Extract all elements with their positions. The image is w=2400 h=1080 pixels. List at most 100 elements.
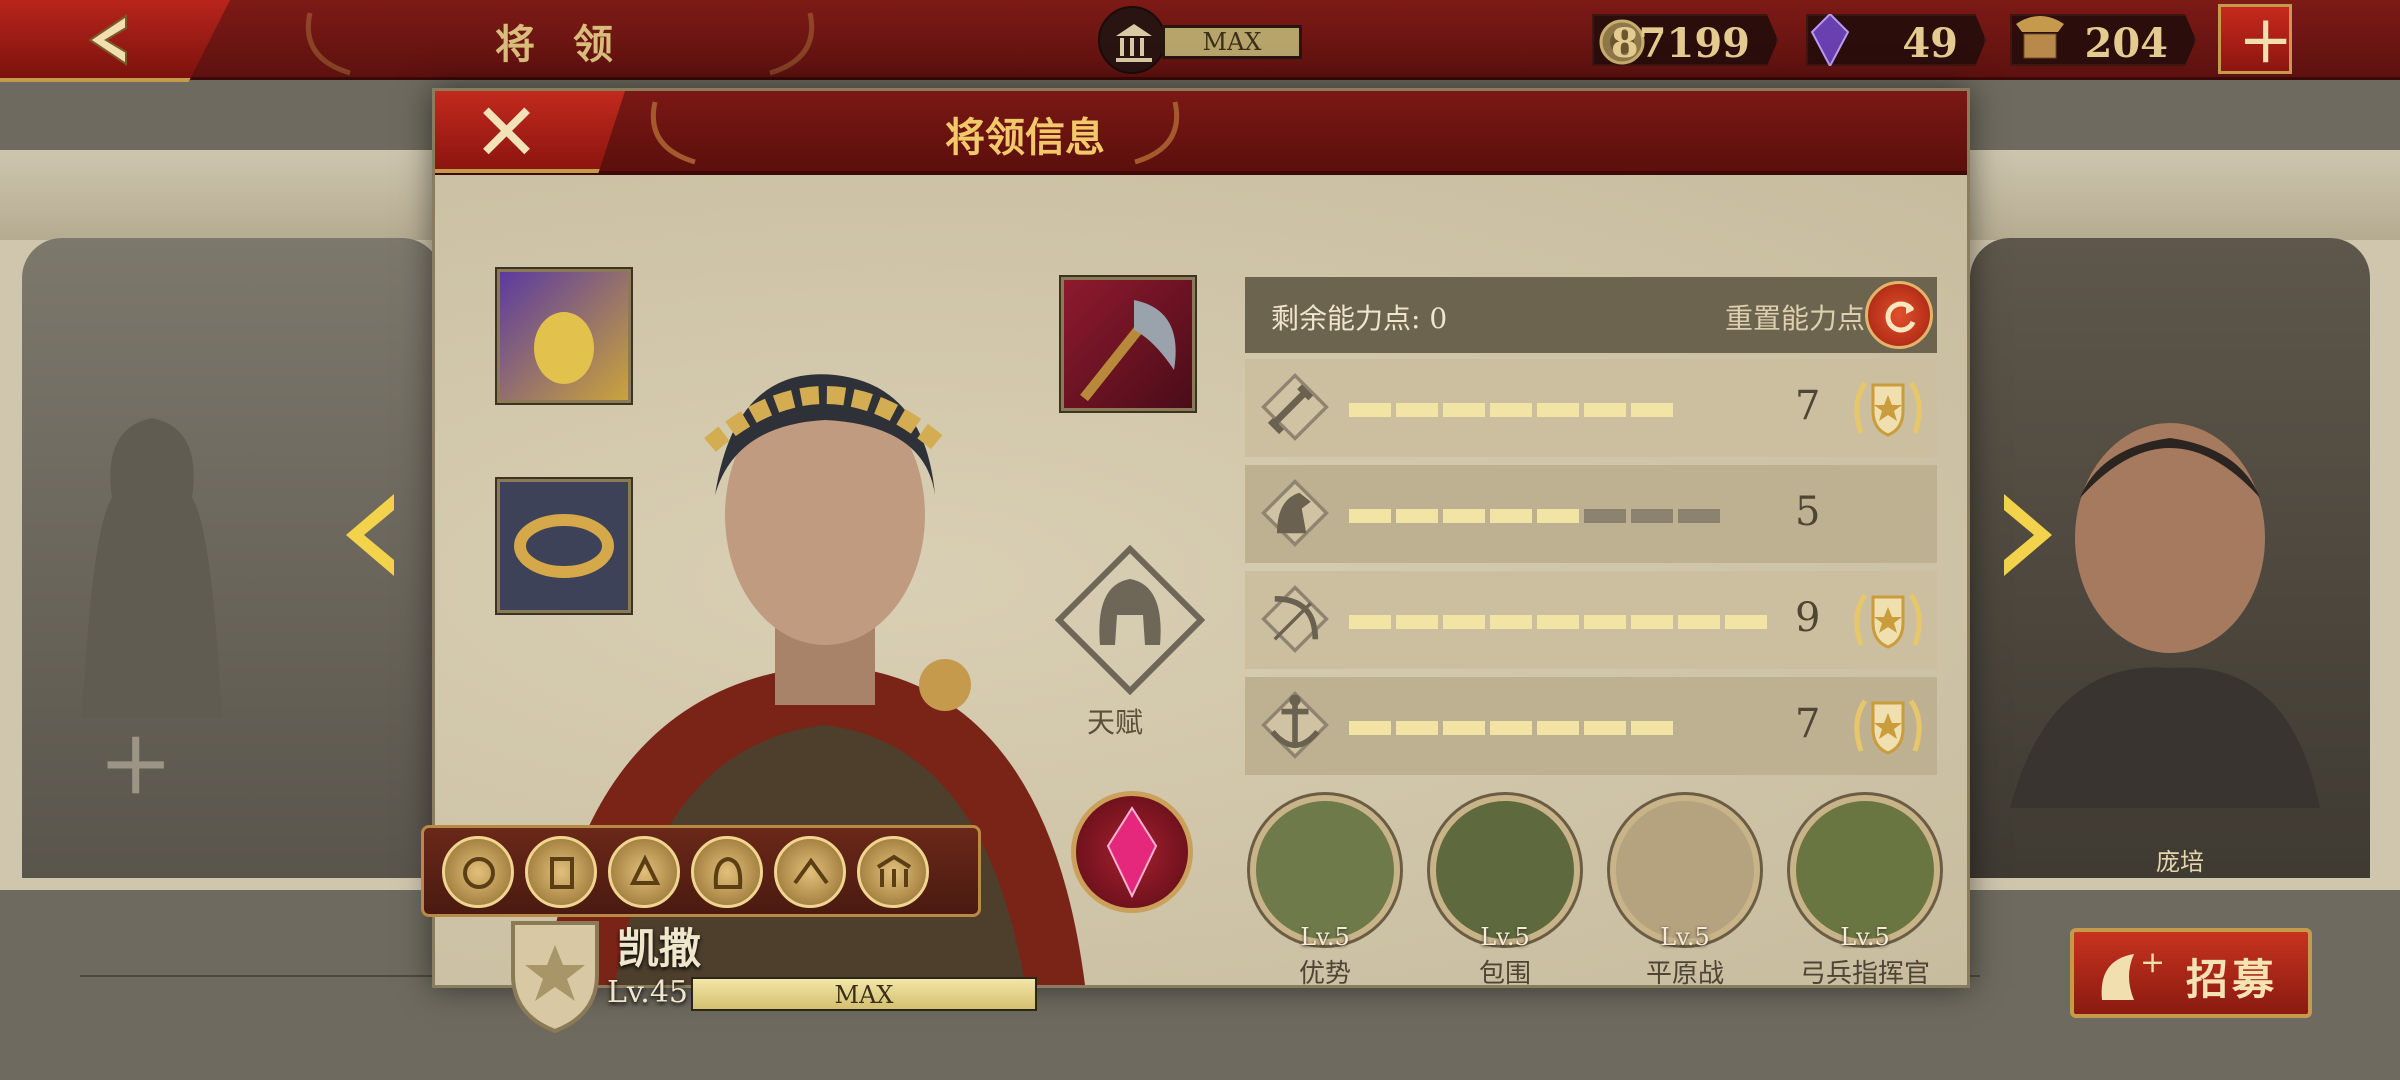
skill-slot[interactable] [525,836,597,908]
add-resource-button[interactable]: + [2218,1,2294,78]
helmet-plus-icon: + [2101,946,2165,1000]
tactic-level: Lv.5 [1300,923,1350,951]
anchor-icon [1261,691,1329,759]
top-bar: 将 领 MAX 87199 49 204 + [0,0,2400,82]
tactic-name: 弓兵指挥官 [1799,959,1930,989]
pompey-portrait [2010,423,2320,808]
ability-points-header: 剩余能力点: 0 重置能力点 [1245,277,1937,353]
ruby-gem-button[interactable] [1071,791,1193,913]
laurel-wreath-icon [514,514,614,578]
stat-segment [1631,403,1673,417]
reset-points-button[interactable] [1865,281,1933,349]
stat-segment [1349,615,1391,629]
stat-segment [1678,615,1720,629]
laurel-icon [1134,101,1180,165]
stat-segment [1490,615,1532,629]
laurel-icon [305,12,351,76]
stat-segment [1678,509,1720,523]
tactic-advantage[interactable]: Lv.5 优势 [1235,795,1415,990]
stat-segment [1584,721,1626,735]
equip-axe-slot[interactable] [1061,277,1195,411]
equip-banner-slot[interactable] [497,269,631,403]
skill-slot[interactable] [691,836,763,908]
tactic-level: Lv.5 [1660,923,1710,951]
stat-segment [1349,403,1391,417]
stat-segment [1631,509,1673,523]
stat-segment [1443,615,1485,629]
formation-skill-icon [793,857,829,885]
equip-laurel-slot[interactable] [497,479,631,613]
recruit-button[interactable]: + 招募 [2070,928,2312,1018]
back-button[interactable] [0,0,230,82]
stat-segment [1584,403,1626,417]
skill-slot[interactable] [774,836,846,908]
tactic-encircle[interactable]: Lv.5 包围 [1415,795,1595,990]
fist-skill-icon [629,854,661,885]
recruit-label: 招募 [2186,955,2279,1004]
plus-icon: + [2238,1,2294,78]
gold-value: 87199 [1610,20,1750,67]
star-rank-badge-icon [1851,585,1925,659]
stat-segment [1396,403,1438,417]
back-arrow-icon [88,14,127,66]
pompey-name: 庞培 [2156,848,2204,876]
temple-icon[interactable] [1098,6,1166,74]
stat-value: 7 [1795,383,1821,429]
helmet-skill-icon [713,856,743,889]
tactic-name: 优势 [1298,959,1351,989]
remaining-points: 剩余能力点: 0 [1271,302,1448,335]
xp-bar: MAX [691,977,1037,1011]
xp-label: MAX [834,981,894,1009]
stat-segment [1443,509,1485,523]
stat-segment [1537,721,1579,735]
stat-segment [1349,721,1391,735]
svg-text:+: + [2140,946,2165,980]
bow-icon [1261,585,1329,653]
stat-segment [1537,509,1579,523]
general-info-modal: ✕ 将领信息 天赋 凯撒 Lv.45 MAX 剩余能力点: 0 重置能力点 7 … [421,88,1970,1034]
hero-name: 凯撒 [617,924,702,973]
stat-row: 5 [1245,465,1937,563]
axe-icon [1080,300,1176,402]
skill-slot[interactable] [442,836,514,908]
star-rank-badge-icon [1851,691,1925,765]
close-icon: ✕ [473,86,541,179]
temple-skill-icon [876,854,912,887]
stat-segment [1443,403,1485,417]
close-button[interactable]: ✕ [435,91,625,173]
tactic-level: Lv.5 [1840,923,1890,951]
next-general-arrow-icon[interactable] [2000,490,2060,580]
stat-row: 7 [1245,677,1937,775]
talent-helmet-icon[interactable] [1055,545,1205,695]
tactic-name: 平原战 [1645,959,1724,989]
stat-row: 9 [1245,571,1937,669]
reset-points-label: 重置能力点 [1725,302,1866,335]
stat-row: 7 [1245,359,1937,457]
stat-segment [1490,721,1532,735]
modal-header: ✕ 将领信息 [435,91,1967,175]
skill-slot[interactable] [857,836,929,908]
resource-gold[interactable]: 87199 [1592,14,1778,66]
stat-segment [1537,403,1579,417]
skill-slot[interactable] [608,836,680,908]
stat-segment [1584,615,1626,629]
stat-segment [1631,721,1673,735]
resource-gem[interactable]: 49 [1806,14,1986,66]
stat-segment [1725,615,1767,629]
spqr-value: 204 [2084,20,2169,67]
tactic-archer-commander[interactable]: Lv.5 弓兵指挥官 [1775,795,1955,990]
sword-icon [1261,373,1329,441]
modal-body: 天赋 凯撒 Lv.45 MAX 剩余能力点: 0 重置能力点 7 5 9 7 L… [421,175,1967,1034]
ruby-gem-icon [1106,806,1158,898]
stat-segment [1443,721,1485,735]
laurel-icon [650,101,696,165]
resource-spqr[interactable]: 204 [2010,14,2196,66]
prev-general-arrow-icon[interactable] [338,490,398,580]
star-rank-badge-icon [1851,373,1925,447]
tactic-plains[interactable]: Lv.5 平原战 [1595,795,1775,990]
level-max-bar: MAX [1162,25,1302,59]
stat-value: 9 [1795,595,1821,641]
purple-gem-icon [1810,14,1850,66]
stat-segment [1490,403,1532,417]
skill-strip [421,825,981,917]
